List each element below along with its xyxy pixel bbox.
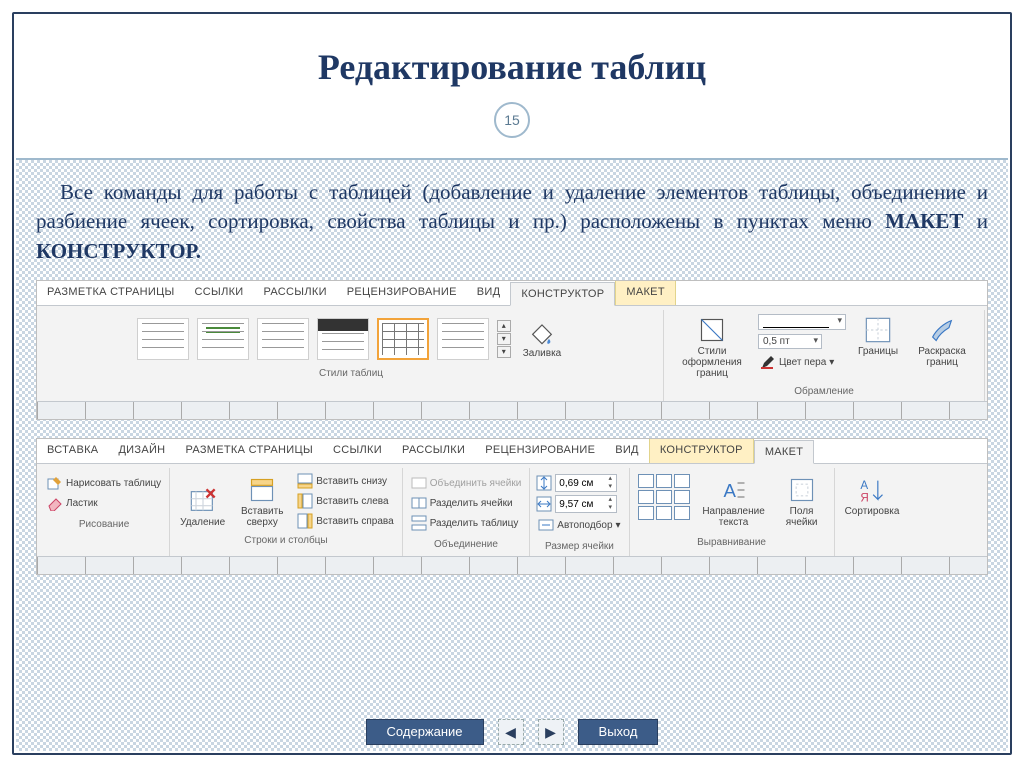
pencil-table-icon (47, 475, 63, 491)
contents-button[interactable]: Содержание (366, 719, 484, 745)
tab-page-layout[interactable]: РАЗМЕТКА СТРАНИЦЫ (37, 281, 185, 305)
eraser-icon (47, 495, 63, 511)
page-number-badge: 15 (494, 102, 530, 138)
page-title: Редактирование таблиц (14, 46, 1010, 88)
autofit-icon (538, 517, 554, 533)
text-direction-icon: A (720, 476, 748, 504)
borders-icon (864, 316, 892, 344)
next-button[interactable]: ▶ (538, 719, 564, 745)
paint-bucket-icon (528, 318, 556, 346)
borders-button[interactable]: Границы (854, 314, 902, 359)
group-label-drawing: Рисование (79, 516, 129, 534)
height-spinner[interactable]: ▴▾ (555, 474, 617, 492)
tab-view[interactable]: ВИД (605, 439, 649, 463)
svg-text:A: A (723, 480, 736, 501)
group-label-framing: Обрамление (794, 383, 854, 401)
tab-design[interactable]: ДИЗАЙН (108, 439, 175, 463)
tab-layout[interactable]: МАКЕТ (615, 281, 675, 305)
svg-text:А: А (860, 479, 868, 492)
table-style-thumb[interactable] (437, 318, 489, 360)
split-table-icon (411, 515, 427, 531)
group-label-merge: Объединение (434, 536, 498, 554)
ruler (37, 401, 987, 419)
width-spinner[interactable]: ▴▾ (555, 495, 617, 513)
pen-color-button[interactable]: Цвет пера ▾ (758, 353, 836, 371)
insert-above-button[interactable]: Вставить сверху (235, 474, 289, 530)
table-style-thumb[interactable] (317, 318, 369, 360)
cell-margins-button[interactable]: Поля ячейки (778, 474, 826, 530)
insert-left-icon (297, 493, 313, 509)
insert-below-button[interactable]: Вставить снизу (295, 472, 389, 490)
tab-page-layout[interactable]: РАЗМЕТКА СТРАНИЦЫ (175, 439, 323, 463)
tab-review[interactable]: РЕЦЕНЗИРОВАНИЕ (475, 439, 605, 463)
sort-icon: АЯ (858, 476, 886, 504)
tab-review[interactable]: РЕЦЕНЗИРОВАНИЕ (337, 281, 467, 305)
split-table-button[interactable]: Разделить таблицу (409, 514, 521, 532)
tab-layout-active[interactable]: МАКЕТ (754, 440, 814, 464)
intro-paragraph: Все команды для работы с таблицей (добав… (36, 178, 988, 266)
table-style-thumb[interactable] (137, 318, 189, 360)
border-line-style[interactable] (758, 314, 846, 330)
tab-references[interactable]: ССЫЛКИ (323, 439, 392, 463)
pen-icon (760, 354, 776, 370)
insert-below-icon (297, 473, 313, 489)
tab-view[interactable]: ВИД (467, 281, 511, 305)
border-width[interactable]: 0,5 пт (758, 334, 822, 349)
text-direction-button[interactable]: A Направление текста (698, 474, 770, 530)
divider (16, 158, 1008, 160)
tab-insert[interactable]: ВСТАВКА (37, 439, 108, 463)
split-cells-button[interactable]: Разделить ячейки (409, 494, 515, 512)
tab-mailings[interactable]: РАССЫЛКИ (392, 439, 475, 463)
tab-references[interactable]: ССЫЛКИ (185, 281, 254, 305)
group-label-styles: Стили таблиц (319, 365, 383, 383)
alignment-grid[interactable] (638, 474, 690, 520)
insert-right-button[interactable]: Вставить справа (295, 512, 395, 530)
group-label-alignment: Выравнивание (697, 534, 766, 552)
border-styles-button[interactable]: Стили оформления границ (674, 314, 750, 381)
fill-button[interactable]: Заливка (519, 316, 566, 361)
eraser-button[interactable]: Ластик (45, 494, 100, 512)
tab-row: РАЗМЕТКА СТРАНИЦЫ ССЫЛКИ РАССЫЛКИ РЕЦЕНЗ… (37, 281, 987, 306)
table-style-thumb[interactable] (197, 318, 249, 360)
ruler (37, 556, 987, 574)
tab-design-active[interactable]: КОНСТРУКТОР (510, 282, 615, 306)
table-style-thumb-selected[interactable] (377, 318, 429, 360)
insert-right-icon (297, 513, 313, 529)
table-style-thumb[interactable] (257, 318, 309, 360)
brush-icon (928, 316, 956, 344)
merge-icon (411, 475, 427, 491)
delete-button[interactable]: Удаление (176, 485, 229, 530)
merge-cells-button[interactable]: Объединить ячейки (409, 474, 524, 492)
delete-table-icon (189, 487, 217, 515)
row-height-icon (536, 475, 552, 491)
exit-button[interactable]: Выход (578, 719, 659, 745)
insert-left-button[interactable]: Вставить слева (295, 492, 390, 510)
draw-table-button[interactable]: Нарисовать таблицу (45, 474, 163, 492)
group-label-rows-cols: Строки и столбцы (244, 532, 327, 550)
content-area: Все команды для работы с таблицей (добав… (16, 160, 1008, 751)
sort-button[interactable]: АЯ Сортировка (841, 470, 904, 519)
split-cells-icon (411, 495, 427, 511)
ribbon-layout: ВСТАВКА ДИЗАЙН РАЗМЕТКА СТРАНИЦЫ ССЫЛКИ … (36, 438, 988, 575)
tab-constructor[interactable]: КОНСТРУКТОР (649, 439, 754, 463)
col-width-icon (536, 496, 552, 512)
border-painter-button[interactable]: Раскраска границ (910, 314, 974, 370)
prev-button[interactable]: ◀ (498, 719, 524, 745)
autofit-button[interactable]: Автоподбор ▾ (536, 516, 622, 534)
ribbon-constructor: РАЗМЕТКА СТРАНИЦЫ ССЫЛКИ РАССЫЛКИ РЕЦЕНЗ… (36, 280, 988, 420)
insert-above-icon (248, 476, 276, 504)
cell-margins-icon (788, 476, 816, 504)
border-style-icon (698, 316, 726, 344)
svg-text:Я: Я (860, 492, 868, 504)
tab-mailings[interactable]: РАССЫЛКИ (254, 281, 337, 305)
group-label-cell-size: Размер ячейки (545, 538, 614, 556)
footer-nav: Содержание ◀ ▶ Выход (14, 719, 1010, 745)
